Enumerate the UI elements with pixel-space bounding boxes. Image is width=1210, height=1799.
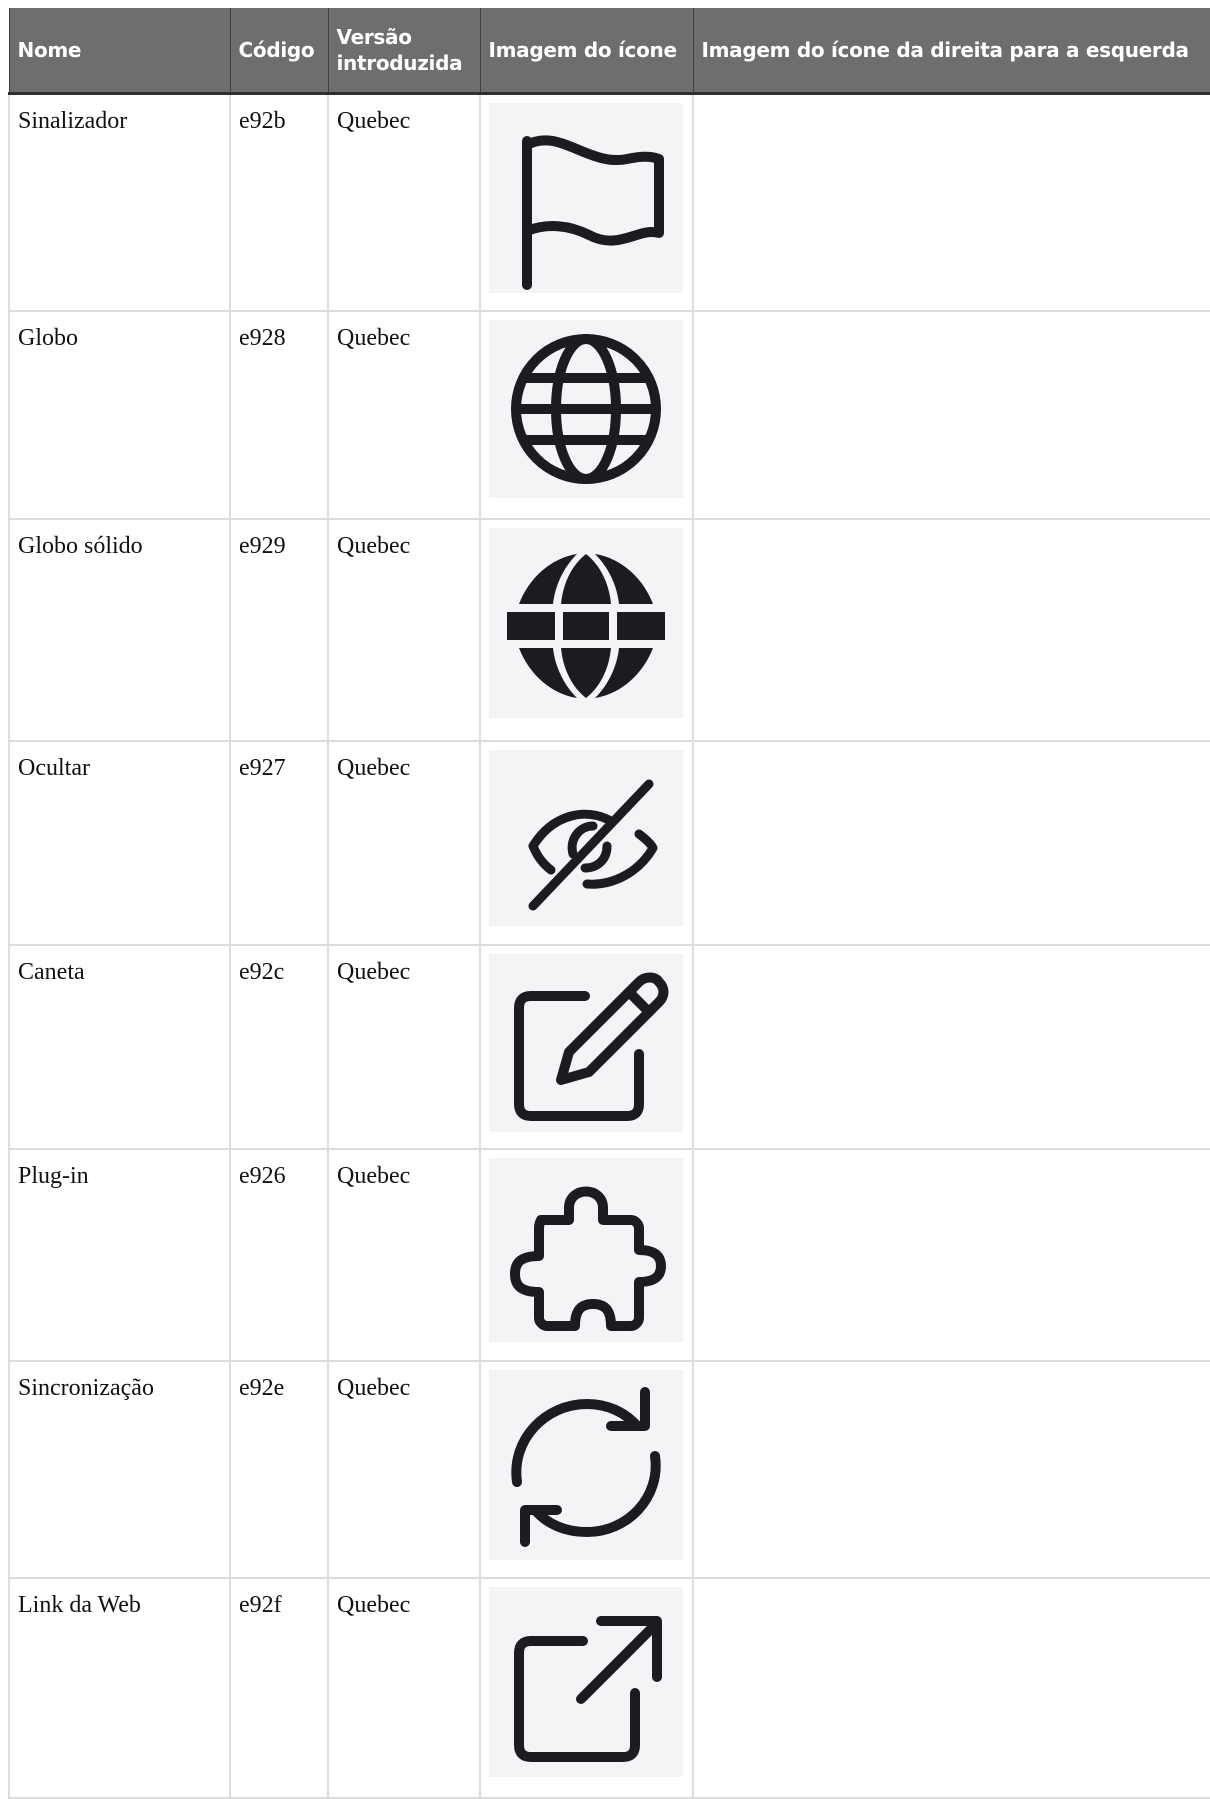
cell-code: e92c xyxy=(229,943,329,1150)
table-row: Ocultar e927 Quebec xyxy=(8,739,1210,946)
external-link-icon xyxy=(489,1586,683,1777)
cell-version: Quebec xyxy=(327,1576,481,1799)
cell-version: Quebec xyxy=(327,1147,481,1362)
cell-rtl-image xyxy=(692,517,1210,742)
column-header-image-rtl: Imagem do ícone da direita para a esquer… xyxy=(692,8,1210,95)
eye-slash-icon xyxy=(489,749,683,926)
cell-rtl-image xyxy=(692,309,1210,520)
table-row: Link da Web e92f Quebec xyxy=(8,1576,1210,1799)
table-row: Sincronização e92e Quebec xyxy=(8,1359,1210,1579)
table-row: Plug-in e926 Quebec xyxy=(8,1147,1210,1362)
cell-code: e926 xyxy=(229,1147,329,1362)
cell-rtl-image xyxy=(692,739,1210,946)
cell-code: e92f xyxy=(229,1576,329,1799)
cell-version: Quebec xyxy=(327,739,481,946)
table-header-row: Nome Código Versão introduzida Imagem do… xyxy=(8,8,1210,95)
table-row: Globo e928 Quebec xyxy=(8,309,1210,520)
column-header-image: Imagem do ícone xyxy=(479,8,694,95)
puzzle-icon xyxy=(489,1157,683,1342)
column-header-version: Versão introduzida xyxy=(327,8,481,95)
cell-name: Sincronização xyxy=(8,1359,231,1579)
cell-version: Quebec xyxy=(327,517,481,742)
cell-code: e928 xyxy=(229,309,329,520)
table-row: Globo sólido e929 Quebec xyxy=(8,517,1210,742)
cell-name: Ocultar xyxy=(8,739,231,946)
cell-name: Link da Web xyxy=(8,1576,231,1799)
cell-name: Globo sólido xyxy=(8,517,231,742)
sync-icon xyxy=(489,1369,683,1560)
cell-rtl-image xyxy=(692,1147,1210,1362)
cell-name: Sinalizador xyxy=(8,92,231,312)
globe-solid-icon xyxy=(489,527,683,718)
cell-name: Caneta xyxy=(8,943,231,1150)
column-header-name: Nome xyxy=(8,8,231,95)
table-row: Sinalizador e92b Quebec xyxy=(8,92,1210,312)
globe-icon xyxy=(489,319,683,498)
cell-name: Globo xyxy=(8,309,231,520)
flag-icon xyxy=(489,103,683,293)
cell-version: Quebec xyxy=(327,943,481,1150)
pen-icon xyxy=(489,953,683,1132)
cell-version: Quebec xyxy=(327,92,481,312)
cell-rtl-image xyxy=(692,92,1210,312)
cell-code: e92e xyxy=(229,1359,329,1579)
cell-name: Plug-in xyxy=(8,1147,231,1362)
table-row: Caneta e92c Quebec xyxy=(8,943,1210,1150)
cell-rtl-image xyxy=(692,943,1210,1150)
cell-code: e927 xyxy=(229,739,329,946)
cell-code: e92b xyxy=(229,92,329,312)
cell-rtl-image xyxy=(692,1359,1210,1579)
cell-version: Quebec xyxy=(327,1359,481,1579)
column-header-code: Código xyxy=(229,8,329,95)
cell-version: Quebec xyxy=(327,309,481,520)
cell-code: e929 xyxy=(229,517,329,742)
cell-rtl-image xyxy=(692,1576,1210,1799)
icon-table: Nome Código Versão introduzida Imagem do… xyxy=(8,8,1210,1799)
